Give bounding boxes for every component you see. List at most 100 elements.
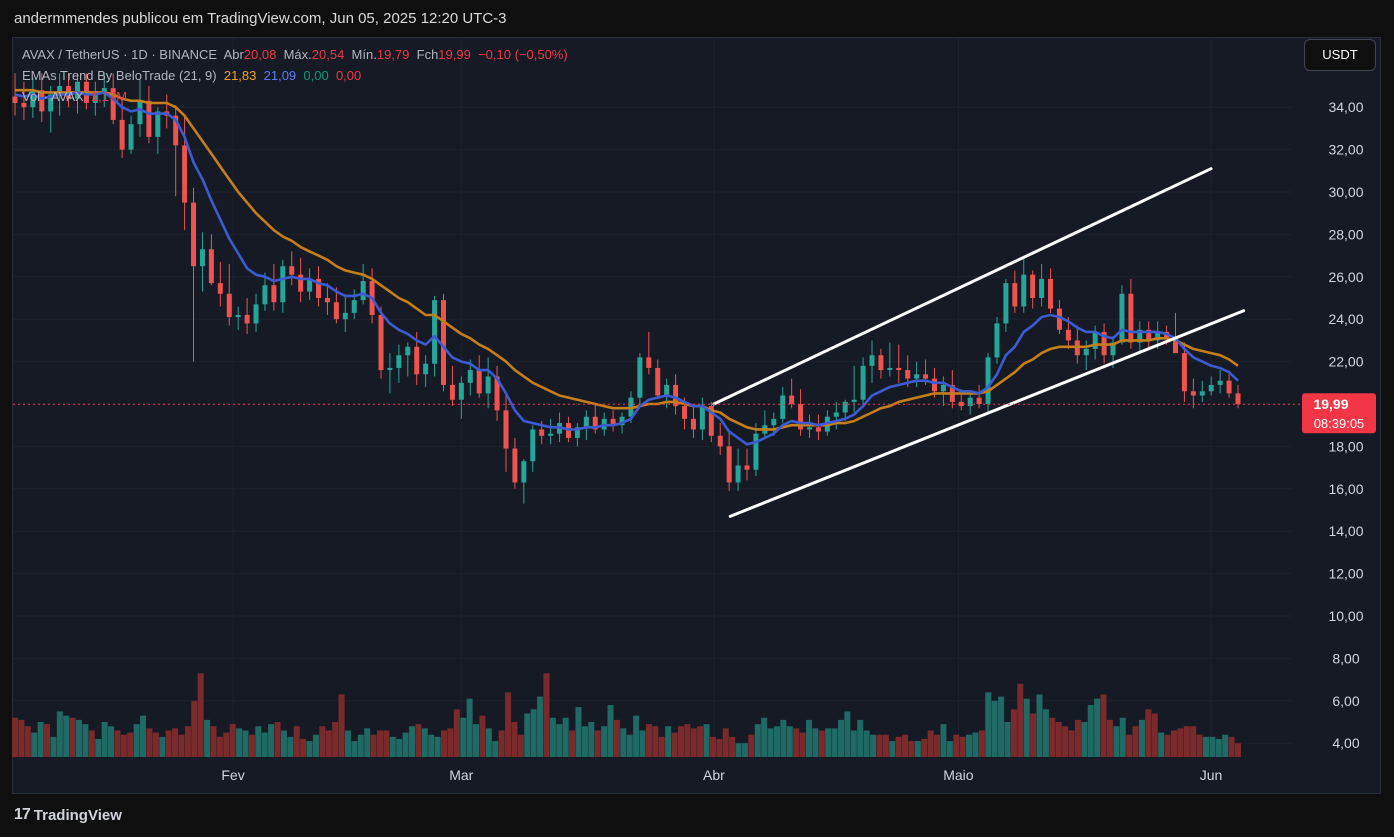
candle-body xyxy=(405,346,411,356)
candle-body xyxy=(119,119,125,150)
volume-bar xyxy=(665,726,672,757)
volume-bar xyxy=(1151,713,1158,757)
volume-bar xyxy=(690,728,697,757)
volume-bar xyxy=(268,724,275,757)
volume-bar xyxy=(722,728,729,757)
candle-body xyxy=(1021,274,1027,307)
volume-bar xyxy=(1055,722,1062,757)
candle-body xyxy=(271,285,277,303)
volume-bar xyxy=(242,730,249,757)
volume-bar xyxy=(325,730,332,757)
volume-bar xyxy=(1183,726,1190,757)
volume-bar xyxy=(300,738,307,757)
volume-bar xyxy=(940,724,947,757)
candle-body xyxy=(1030,274,1036,298)
volume-bar xyxy=(697,726,704,757)
volume-bar xyxy=(120,734,127,757)
volume-bar xyxy=(709,736,716,757)
volume-bar xyxy=(76,719,83,757)
volume-bar xyxy=(261,732,268,757)
volume-bar xyxy=(479,715,486,757)
volume-bar xyxy=(178,734,185,757)
volume-bar xyxy=(985,692,992,757)
candle-body xyxy=(1217,380,1223,385)
candle-body xyxy=(262,285,268,305)
candle-body xyxy=(842,401,848,413)
volume-bar xyxy=(1196,734,1203,757)
x-tick-label: Maio xyxy=(943,767,974,783)
volume-bar xyxy=(229,724,236,757)
volume-bar xyxy=(127,732,134,757)
y-tick-label: 12,00 xyxy=(1328,566,1363,582)
volume-bar xyxy=(1074,719,1081,757)
volume-bar xyxy=(748,734,755,757)
candle-body xyxy=(1003,283,1009,324)
currency-button[interactable]: USDT xyxy=(1304,39,1376,71)
y-tick-label: 14,00 xyxy=(1328,523,1363,539)
volume-bar xyxy=(197,673,204,757)
candle-body xyxy=(726,446,732,483)
tradingview-footer[interactable]: 17 TradingView xyxy=(14,806,122,824)
volume-bar xyxy=(1068,730,1075,757)
candle-body xyxy=(807,427,813,430)
y-tick-label: 10,00 xyxy=(1328,608,1363,624)
volume-bar xyxy=(767,728,774,757)
candle-body xyxy=(789,395,795,404)
volume-bar xyxy=(882,734,889,757)
volume-bar xyxy=(754,724,761,757)
candle-body xyxy=(128,124,134,150)
candle-body xyxy=(324,298,330,303)
ema-legend-row: EMAs Trend By BeloTrade (21, 9) 21,83 21… xyxy=(22,65,568,86)
volume-bar xyxy=(1235,743,1241,757)
y-tick-label: 16,00 xyxy=(1328,481,1363,497)
volume-bar xyxy=(1138,719,1145,757)
volume-bar xyxy=(492,741,499,757)
volume-bar xyxy=(517,734,524,757)
candle-body xyxy=(967,397,973,407)
volume-bar xyxy=(799,732,806,757)
volume-bar xyxy=(735,743,742,757)
ema21-line xyxy=(15,88,1239,431)
volume-bar xyxy=(959,736,966,757)
candlestick-chart[interactable]: 34,0032,0030,0028,0026,0024,0022,0020,00… xyxy=(0,0,1394,837)
ema-indicator-name[interactable]: EMAs Trend By BeloTrade (21, 9) xyxy=(22,68,217,83)
candle-body xyxy=(1190,391,1196,396)
volume-bar xyxy=(24,726,31,757)
volume-bar xyxy=(1126,734,1133,757)
volume-bar xyxy=(421,728,428,757)
volume-bar xyxy=(434,736,441,757)
volume-bar xyxy=(1209,736,1216,757)
volume-indicator-name[interactable]: Vol · AVAX xyxy=(22,89,84,104)
candle-body xyxy=(387,367,393,371)
volume-bar xyxy=(383,730,390,757)
volume-bar xyxy=(850,730,857,757)
ema9-line xyxy=(14,91,1239,446)
candle-body xyxy=(914,374,920,379)
chart-legend: AVAX / TetherUS · 1D · BINANCE Abr20,08 … xyxy=(22,44,568,107)
candle-body xyxy=(860,365,866,400)
volume-bar xyxy=(793,728,800,757)
volume-bar xyxy=(1100,694,1107,757)
volume-bar xyxy=(991,700,998,757)
y-tick-label: 28,00 xyxy=(1328,226,1363,242)
y-tick-label: 30,00 xyxy=(1328,184,1363,200)
volume-bar xyxy=(1164,734,1171,757)
volume-bar xyxy=(588,722,595,757)
candle-body xyxy=(1065,329,1071,341)
volume-bar xyxy=(741,743,748,757)
volume-bar xyxy=(870,734,877,757)
volume-bar xyxy=(172,728,179,757)
volume-bar xyxy=(236,728,243,757)
candle-body xyxy=(244,314,250,324)
volume-bar xyxy=(63,715,70,757)
x-tick-label: Mar xyxy=(449,767,473,783)
candle-body xyxy=(12,96,18,103)
symbol-name[interactable]: AVAX / TetherUS · 1D · BINANCE xyxy=(22,47,217,62)
candle-body xyxy=(191,202,197,267)
candle-body xyxy=(1119,293,1125,343)
volume-bar xyxy=(216,736,223,757)
candle-body xyxy=(217,283,223,294)
candle-body xyxy=(1235,393,1241,405)
volume-bar xyxy=(863,730,870,757)
volume-bar xyxy=(415,724,422,757)
